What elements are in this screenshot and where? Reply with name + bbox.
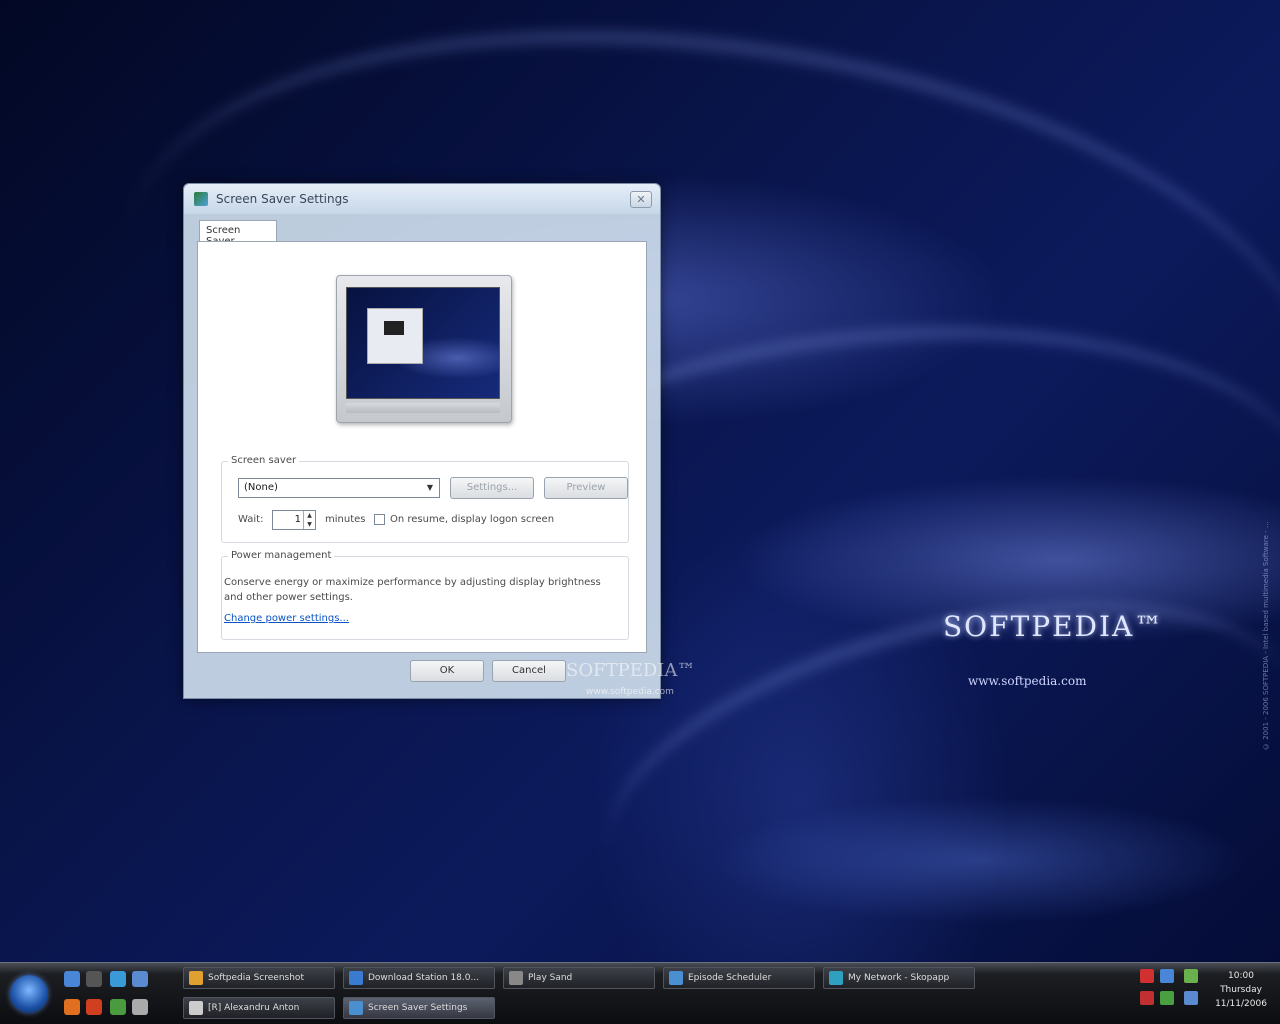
clock-date: 11/11/2006	[1215, 999, 1267, 1009]
task-app-icon	[349, 1001, 363, 1015]
wait-minutes-stepper[interactable]: 1 ▲ ▼	[272, 510, 316, 530]
power-management-label: Power management	[228, 550, 335, 561]
clock-day: Thursday	[1220, 985, 1262, 995]
preview-mini-dialog	[367, 308, 423, 364]
switch-windows-icon[interactable]	[86, 971, 102, 987]
task-app-icon	[189, 971, 203, 985]
dialog-titlebar[interactable]: Screen Saver Settings	[184, 184, 660, 214]
chevron-down-icon[interactable]: ▼	[423, 481, 437, 495]
taskbar-item-label: My Network - Skopapp	[848, 973, 950, 983]
taskbar-item-active[interactable]: Screen Saver Settings	[343, 997, 495, 1019]
power-management-description: Conserve energy or maximize performance …	[224, 577, 601, 603]
watermark-url: www.softpedia.com	[586, 687, 674, 697]
taskbar-item[interactable]: Play Sand	[503, 967, 655, 989]
screen-saver-icon	[194, 192, 208, 206]
change-power-settings-link[interactable]: Change power settings...	[224, 613, 349, 624]
taskbar-item[interactable]: [R] Alexandru Anton	[183, 997, 335, 1019]
tray-alert-icon[interactable]	[1140, 969, 1154, 983]
resume-logon-label[interactable]: On resume, display logon screen	[390, 514, 554, 525]
taskbar-item[interactable]: Softpedia Screenshot	[183, 967, 335, 989]
tab-screen-saver[interactable]: Screen Saver	[199, 220, 277, 247]
task-app-icon	[829, 971, 843, 985]
screen-saver-group: Screen saver (None) ▼ Settings... Previe…	[221, 455, 629, 543]
dialog-title: Screen Saver Settings	[216, 192, 349, 206]
tray-app-icon[interactable]	[1184, 969, 1198, 983]
task-app-icon	[189, 1001, 203, 1015]
tab-panel: Screen saver (None) ▼ Settings... Previe…	[197, 241, 647, 653]
task-app-icon	[509, 971, 523, 985]
taskbar-item[interactable]: Episode Scheduler	[663, 967, 815, 989]
resume-logon-checkbox[interactable]	[374, 514, 385, 525]
messenger-icon[interactable]	[110, 999, 126, 1015]
wallpaper-url: www.softpedia.com	[968, 674, 1087, 688]
notepad-icon[interactable]	[132, 999, 148, 1015]
taskbar: Softpedia Screenshot Download Station 18…	[0, 962, 1280, 1024]
app-icon[interactable]	[86, 999, 102, 1015]
wait-minutes-value: 1	[294, 514, 301, 525]
watermark-logo: SOFTPEDIA™	[566, 660, 696, 681]
stepper-arrows-icon[interactable]: ▲ ▼	[303, 511, 315, 529]
wait-label: Wait:	[238, 514, 264, 525]
media-player-icon[interactable]	[132, 971, 148, 987]
cancel-button[interactable]: Cancel	[492, 660, 566, 682]
minutes-label: minutes	[325, 514, 366, 525]
taskbar-item-label: Download Station 18.0...	[368, 973, 480, 983]
taskbar-item[interactable]: My Network - Skopapp	[823, 967, 975, 989]
screen-saver-dialog: Screen Saver Settings ✕ Screen Saver Scr…	[183, 183, 661, 699]
taskbar-clock[interactable]: 10:00 Thursday 11/11/2006	[1208, 969, 1274, 1011]
monitor-preview-screen	[346, 287, 500, 399]
taskbar-item-label: Screen Saver Settings	[368, 1003, 468, 1013]
task-app-icon	[669, 971, 683, 985]
screen-saver-group-label: Screen saver	[228, 455, 300, 466]
task-app-icon	[349, 971, 363, 985]
firefox-icon[interactable]	[64, 999, 80, 1015]
wallpaper-side-text: © 2001 - 2006 SOFTPEDIA - Intel based mu…	[1262, 521, 1270, 750]
monitor-base	[346, 403, 500, 413]
wallpaper-logo: SOFTPEDIA™	[943, 610, 1165, 643]
tray-messenger-icon[interactable]	[1160, 991, 1174, 1005]
internet-explorer-icon[interactable]	[110, 971, 126, 987]
screen-saver-select[interactable]: (None) ▼	[238, 478, 440, 498]
settings-button[interactable]: Settings...	[450, 477, 534, 499]
power-management-group: Power management Conserve energy or maxi…	[221, 550, 629, 640]
taskbar-item[interactable]: Download Station 18.0...	[343, 967, 495, 989]
tray-volume-icon[interactable]	[1184, 991, 1198, 1005]
monitor-preview	[336, 275, 512, 423]
ok-button[interactable]: OK	[410, 660, 484, 682]
taskbar-item-label: Episode Scheduler	[688, 973, 772, 983]
close-button[interactable]: ✕	[630, 191, 652, 208]
taskbar-item-label: Play Sand	[528, 973, 573, 983]
taskbar-item-label: Softpedia Screenshot	[208, 973, 304, 983]
preview-button[interactable]: Preview	[544, 477, 628, 499]
show-desktop-icon[interactable]	[64, 971, 80, 987]
tray-network-icon[interactable]	[1160, 969, 1174, 983]
taskbar-item-label: [R] Alexandru Anton	[208, 1003, 300, 1013]
screen-saver-selected-value: (None)	[244, 482, 278, 493]
start-button[interactable]	[10, 975, 48, 1013]
tray-security-icon[interactable]	[1140, 991, 1154, 1005]
clock-time: 10:00	[1228, 971, 1254, 981]
